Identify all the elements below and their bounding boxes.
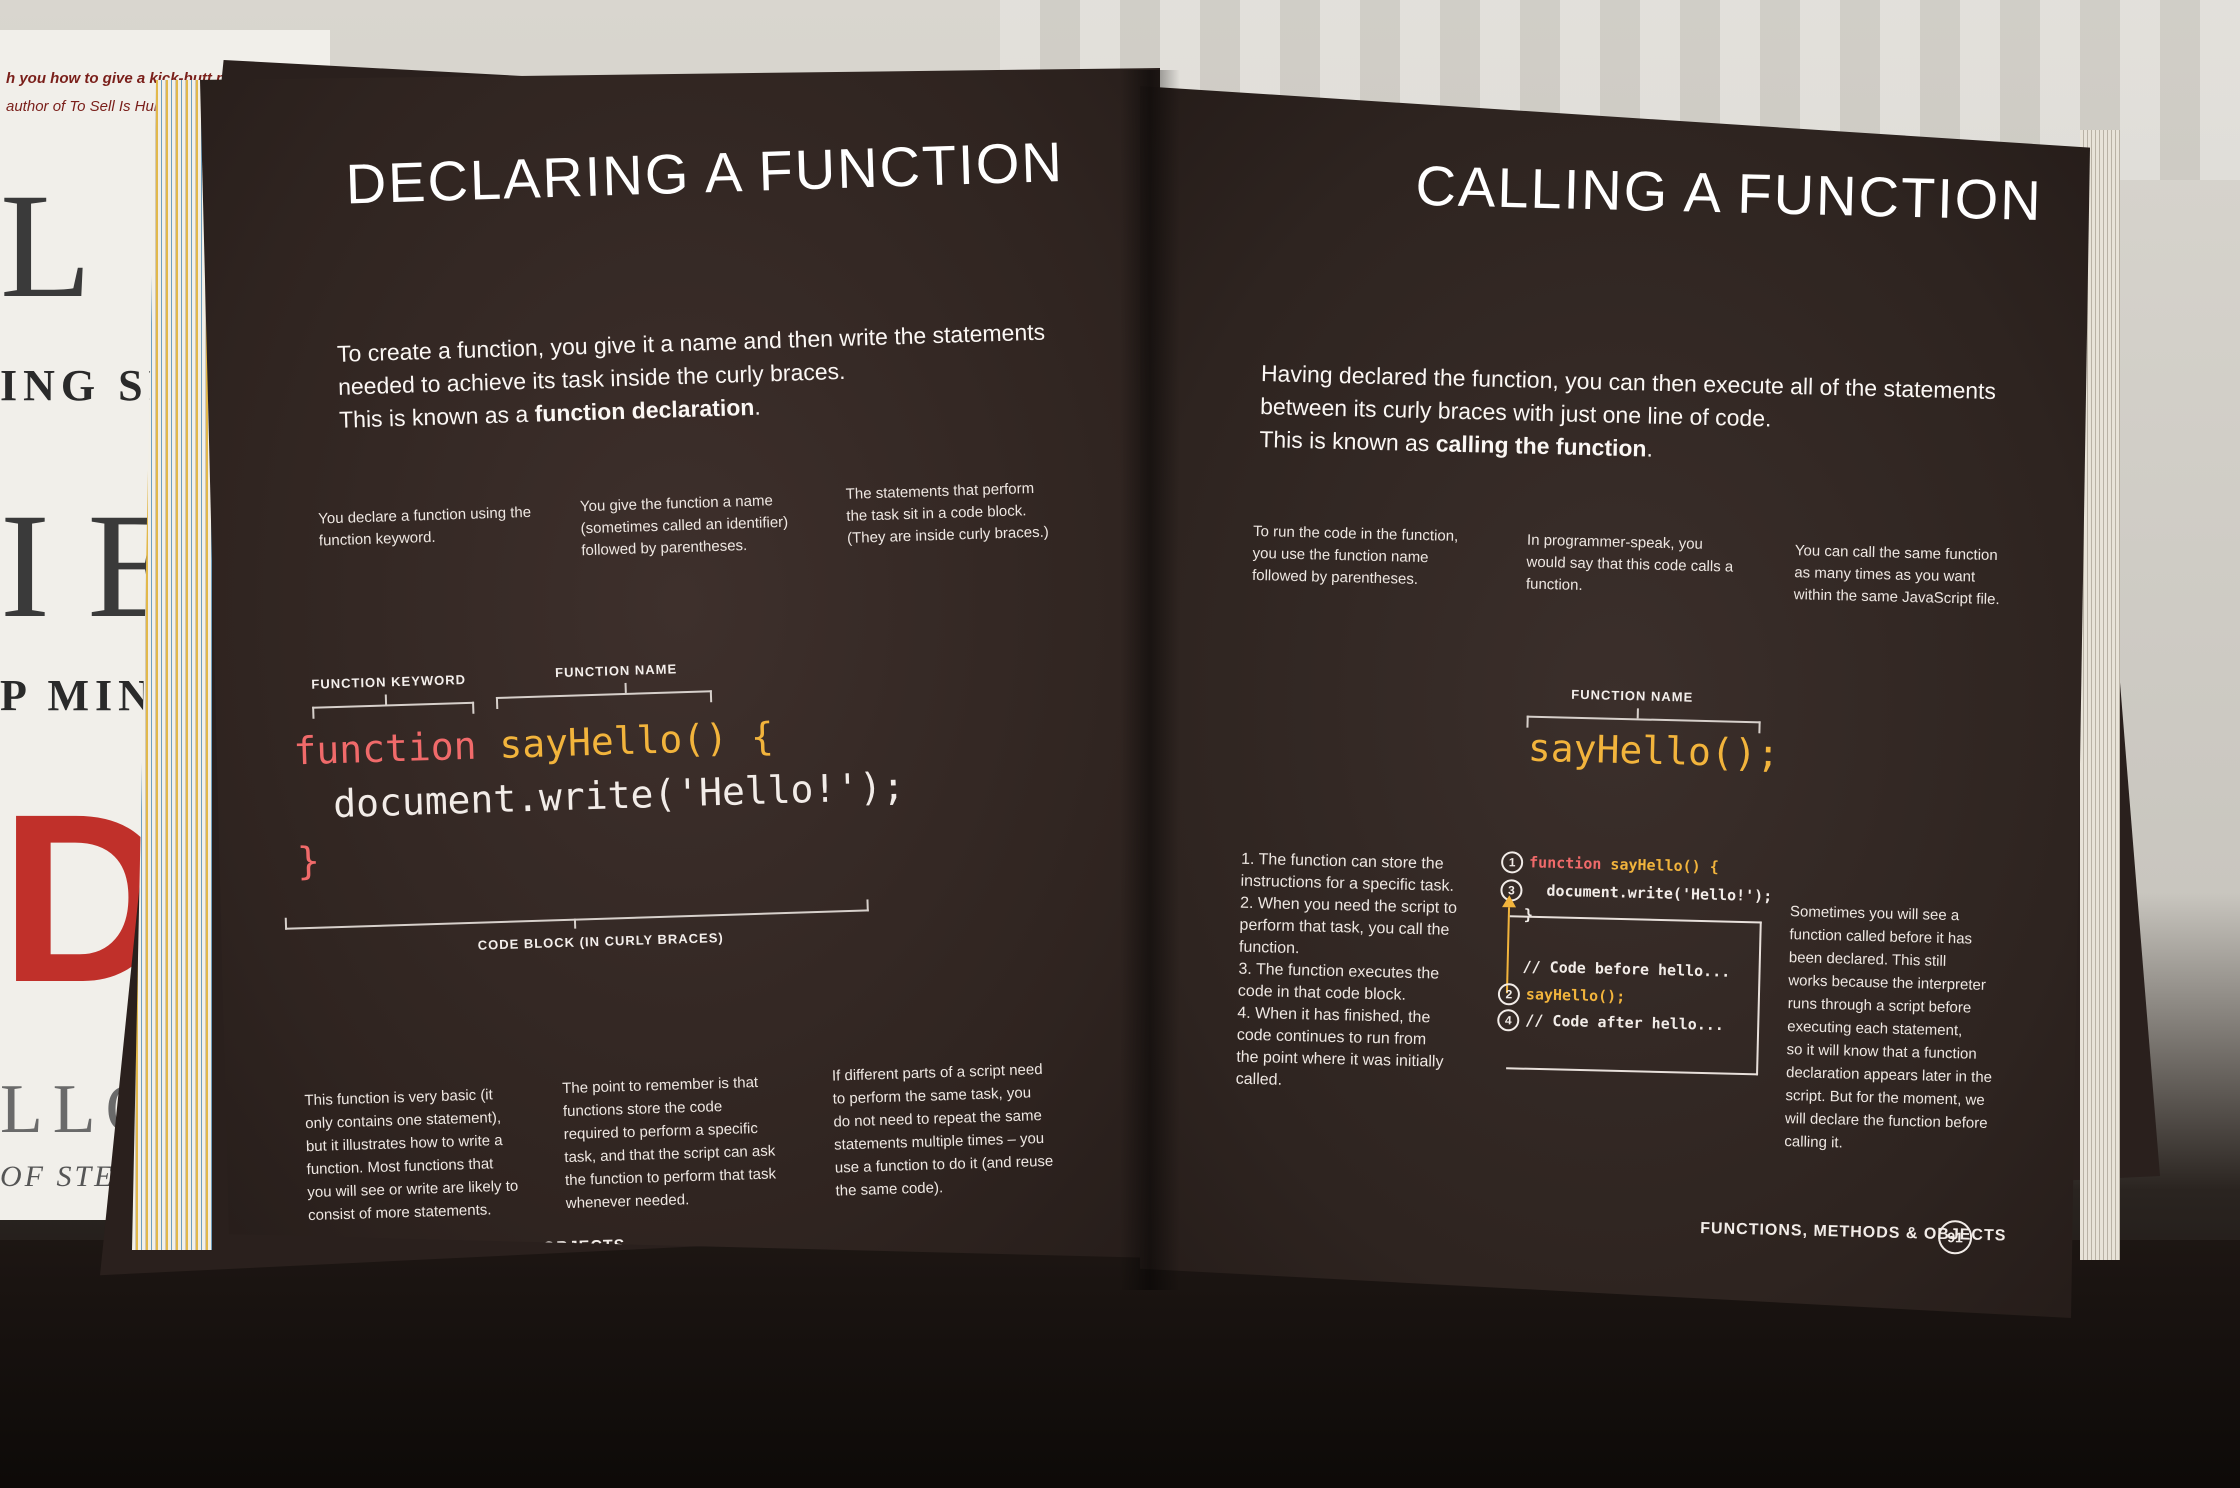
intro-bold-term: function declaration xyxy=(534,393,755,427)
bracket-code-block xyxy=(284,899,869,930)
code-line-2: document.write('Hello!'); xyxy=(332,764,906,827)
intro-period: . xyxy=(1646,435,1654,462)
arrow-up-icon xyxy=(1502,895,1517,908)
step-1-icon: 1 xyxy=(1500,851,1524,874)
intro-text: This is known as xyxy=(1259,426,1437,457)
intro-period: . xyxy=(753,393,762,420)
note-line: followed by parentheses. xyxy=(1251,566,1419,588)
bottom-column-3: If different parts of a script need to p… xyxy=(832,1056,1106,1202)
page-title: DECLARING A FUNCTION xyxy=(344,129,1065,216)
intro-paragraph: Having declared the function, you can th… xyxy=(1259,357,2021,475)
intro-bold-term: calling the function xyxy=(1435,430,1647,462)
note-function-name: You give the function a name (sometimes … xyxy=(580,488,832,562)
flow-line-2: 3 document.write('Hello!'); xyxy=(1500,879,1772,908)
bottom-column-1: This function is very basic (it only con… xyxy=(304,1082,548,1227)
note-programmer-speak: In programmer-speak, you would say that … xyxy=(1526,530,1768,602)
note-call-before-declared: Sometimes you will see a function called… xyxy=(1784,900,2030,1159)
flow-diagram: 1 function sayHello() { 3 document.write(… xyxy=(1496,851,1772,1078)
page-number: 91 xyxy=(1937,1219,1973,1255)
label-function-name: FUNCTION NAME xyxy=(554,661,678,681)
right-page: CALLING A FUNCTION Having declared the f… xyxy=(1140,86,2090,1318)
label-code-block: CODE BLOCK (IN CURLY BRACES) xyxy=(477,929,724,953)
bracket-stem xyxy=(1636,708,1639,719)
bracket-stem xyxy=(384,694,388,705)
note-run-code: To run the code in the function, you use… xyxy=(1252,521,1494,593)
bracket-stem xyxy=(624,682,627,693)
steps-list: 1. The function can store the instructio… xyxy=(1235,849,1481,1097)
book-gutter xyxy=(1120,70,1180,1290)
note-function-keyword: You declare a function using the functio… xyxy=(318,502,539,553)
code-line-1: function sayHello() { xyxy=(293,714,775,773)
note-call-many-times: You can call the same function as many t… xyxy=(1793,540,2035,612)
code-function-name: sayHello() { xyxy=(498,714,775,767)
left-page: DECLARING A FUNCTION To create a functio… xyxy=(200,68,1160,1258)
note-line: within the same JavaScript file. xyxy=(1793,586,2000,609)
bottom-column-2: The point to remember is that functions … xyxy=(562,1069,816,1215)
flow-line-1: 1 function sayHello() { xyxy=(1500,851,1719,878)
label-function-keyword: FUNCTION KEYWORD xyxy=(311,671,467,692)
bracket-function-keyword xyxy=(312,701,475,719)
intro-text: This is known as a xyxy=(338,400,536,433)
flow-body: document.write('Hello!'); xyxy=(1546,881,1773,906)
bracket-stem xyxy=(573,918,577,929)
code-keyword: function xyxy=(292,723,478,774)
flow-return-box xyxy=(1506,915,1762,1076)
flow-keyword: function xyxy=(1528,853,1602,874)
flow-function-name: sayHello() { xyxy=(1610,855,1719,876)
label-function-name: FUNCTION NAME xyxy=(1571,686,1694,705)
note-line: calling it. xyxy=(1784,1133,1843,1152)
code-line-3: } xyxy=(296,838,321,884)
page-title: CALLING A FUNCTION xyxy=(1414,153,2044,233)
bracket-function-name xyxy=(495,690,713,710)
note-statements: The statements that perform the task sit… xyxy=(845,476,1107,550)
code-call: sayHello(); xyxy=(1527,725,1781,776)
intro-paragraph: To create a function, you give it a name… xyxy=(337,315,1080,437)
